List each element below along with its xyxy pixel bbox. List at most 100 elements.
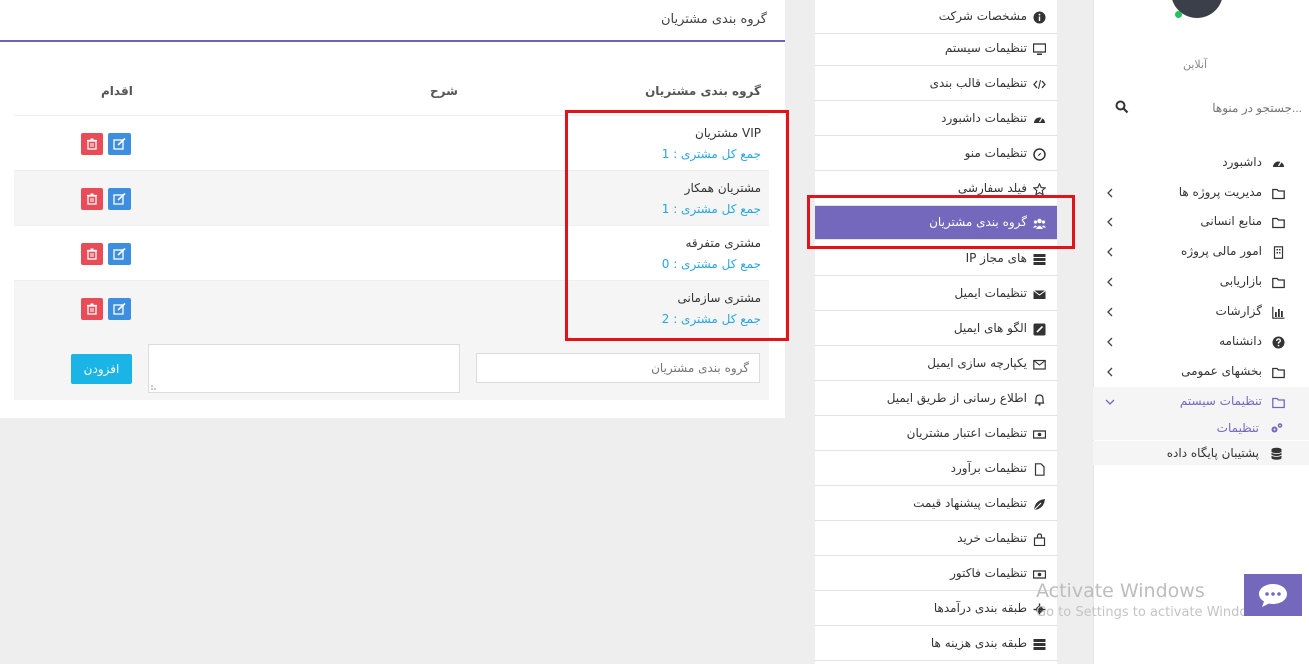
menu-item-label: تنظیمات پیشنهاد قیمت (913, 496, 1027, 510)
menu-item-label: طبقه بندی درآمدها (933, 601, 1027, 615)
sidebar-item-label: بخشهای عمومی (1181, 364, 1262, 378)
chat-button[interactable] (1244, 574, 1302, 616)
delete-button[interactable] (81, 243, 103, 265)
menu-item-estimate-settings[interactable]: تنظیمات برآورد (815, 452, 1057, 486)
menu-item-label: فیلد سفارشی (957, 181, 1027, 195)
menu-item-system-settings[interactable]: تنظیمات سیستم (815, 32, 1057, 66)
sidebar-item-knowledge-base[interactable]: دانشنامه (1093, 327, 1309, 357)
delete-button[interactable] (81, 298, 103, 320)
delete-button[interactable] (81, 188, 103, 210)
annotation-highlight-box (565, 110, 789, 341)
menu-item-label: تنظیمات فاکتور (950, 566, 1027, 580)
menu-search-input[interactable] (1110, 95, 1304, 121)
menu-item-income-categories[interactable]: طبقه بندی درآمدها (815, 592, 1057, 626)
edit-button[interactable] (108, 188, 131, 210)
dashboard-icon (1273, 161, 1284, 167)
menu-item-label: تنظیمات سیستم (944, 41, 1027, 55)
menu-item-invoice-settings[interactable]: تنظیمات فاکتور (815, 557, 1057, 591)
menu-item-customer-credit-settings[interactable]: تنظیمات اعتبار مشتریان (815, 417, 1057, 451)
menu-item-expense-categories[interactable]: طبقه بندی هزینه ها (815, 627, 1057, 661)
database-icon (1271, 447, 1282, 460)
trash-icon (87, 193, 97, 205)
sidebar-item-label: گزارشات (1215, 304, 1262, 318)
menu-item-label: تنظیمات برآورد (950, 461, 1027, 475)
chevron-left-icon (1107, 217, 1113, 227)
annotation-highlight-box (807, 195, 1075, 249)
sidebar-item-human-resources[interactable]: منابع انسانی (1093, 207, 1309, 237)
online-status-label: آنلاین (1183, 58, 1208, 71)
sidebar-item-label: داشبورد (1222, 155, 1262, 169)
trash-icon (87, 303, 97, 315)
menu-item-label: تنظیمات خرید (957, 531, 1027, 545)
menu-item-email-settings[interactable]: تنظیمات ایمیل (815, 277, 1057, 311)
sidebar-subitem-database-backup[interactable]: پشتیبان پایگاه داده (1093, 441, 1309, 465)
menu-item-email-templates[interactable]: الگو های ایمیل (815, 312, 1057, 346)
menu-item-label: IP های مجاز (965, 251, 1027, 265)
resize-handle-icon[interactable] (151, 382, 159, 390)
sidebar-item-label: بازاریابی (1219, 274, 1262, 288)
menu-item-email-notifications[interactable]: اطلاع رسانی از طریق ایمیل (815, 382, 1057, 416)
envelope-icon (1033, 290, 1046, 299)
sidebar-item-project-management[interactable]: مدیریت پروژه ها (1093, 178, 1309, 208)
menu-item-label: تنظیمات قالب بندی (929, 76, 1027, 90)
monitor-icon (1033, 43, 1046, 55)
menu-item-dashboard-settings[interactable]: تنظیمات داشبورد (815, 102, 1057, 136)
folder-icon (1272, 367, 1285, 379)
menu-item-label: مشخصات شرکت (938, 9, 1027, 23)
delete-button[interactable] (81, 133, 103, 155)
server-icon (1033, 639, 1046, 650)
server-icon (1033, 254, 1046, 265)
menu-item-label: تنظیمات اعتبار مشتریان (906, 426, 1027, 440)
menu-item-email-integration[interactable]: یکپارچه سازی ایمیل (815, 347, 1057, 381)
chat-icon (1259, 584, 1287, 607)
column-header-description[interactable]: شرح (430, 84, 458, 98)
sidebar-item-project-finance[interactable]: امور مالی پروژه (1093, 237, 1309, 267)
sidebar-item-dashboard[interactable]: داشبورد (1093, 148, 1309, 178)
building-icon (1273, 246, 1284, 259)
chevron-left-icon (1107, 277, 1113, 287)
question-icon (1272, 336, 1285, 349)
sidebar-item-marketing[interactable]: بازاریابی (1093, 267, 1309, 297)
edit-button[interactable] (108, 298, 131, 320)
chevron-left-icon (1107, 307, 1113, 317)
sidebar-subitem-label: پشتیبان پایگاه داده (1166, 446, 1259, 460)
menu-item-template-settings[interactable]: تنظیمات قالب بندی (815, 67, 1057, 101)
sidebar-item-label: امور مالی پروژه (1181, 244, 1262, 258)
menu-item-label: الگو های ایمیل (953, 321, 1027, 335)
sidebar-item-general-sections[interactable]: بخشهای عمومی (1093, 357, 1309, 387)
leaf-icon (1033, 499, 1045, 511)
column-header-group[interactable]: گروه بندی مشتریان (645, 84, 761, 98)
edit-button[interactable] (108, 133, 131, 155)
search-icon[interactable] (1115, 100, 1129, 114)
sidebar-item-system-settings[interactable]: تنظیمات سیستم (1093, 387, 1309, 417)
sidebar-subitem-settings[interactable]: تنظیمات (1093, 416, 1309, 440)
edit-button[interactable] (108, 243, 131, 265)
trash-icon (87, 138, 97, 150)
edit-icon (113, 138, 126, 150)
sidebar-item-reports[interactable]: گزارشات (1093, 297, 1309, 327)
menu-item-proposal-settings[interactable]: تنظیمات پیشنهاد قیمت (815, 487, 1057, 521)
info-icon (1033, 11, 1046, 24)
panel-title: گروه بندی مشتریان (660, 12, 767, 27)
menu-item-label: طبقه بندی هزینه ها (930, 636, 1027, 650)
group-name-input[interactable] (476, 353, 760, 383)
menu-item-purchase-settings[interactable]: تنظیمات خرید (815, 522, 1057, 556)
settings-menu: مشخصات شرکت تنظیمات سیستم تنظیمات قالب ب… (815, 0, 1057, 664)
sidebar-item-label: مدیریت پروژه ها (1178, 185, 1262, 199)
compass-icon (1033, 148, 1046, 161)
menu-item-menu-settings[interactable]: تنظیمات منو (815, 137, 1057, 171)
money-icon (1033, 430, 1046, 439)
chevron-left-icon (1107, 337, 1113, 347)
edit-icon (113, 193, 126, 205)
bell-icon (1034, 394, 1045, 406)
description-textarea[interactable] (148, 344, 460, 393)
shopping-bag-icon (1033, 533, 1046, 546)
add-button[interactable]: افزودن (71, 354, 132, 384)
folder-icon (1272, 188, 1285, 200)
activation-watermark-title: Activate Windows (1036, 580, 1205, 602)
edit-icon (113, 303, 126, 315)
chevron-down-icon (1105, 399, 1115, 405)
menu-item-company-info[interactable]: مشخصات شرکت (815, 0, 1057, 34)
gears-icon (1271, 423, 1283, 433)
menu-item-label: تنظیمات داشبورد (941, 111, 1027, 125)
